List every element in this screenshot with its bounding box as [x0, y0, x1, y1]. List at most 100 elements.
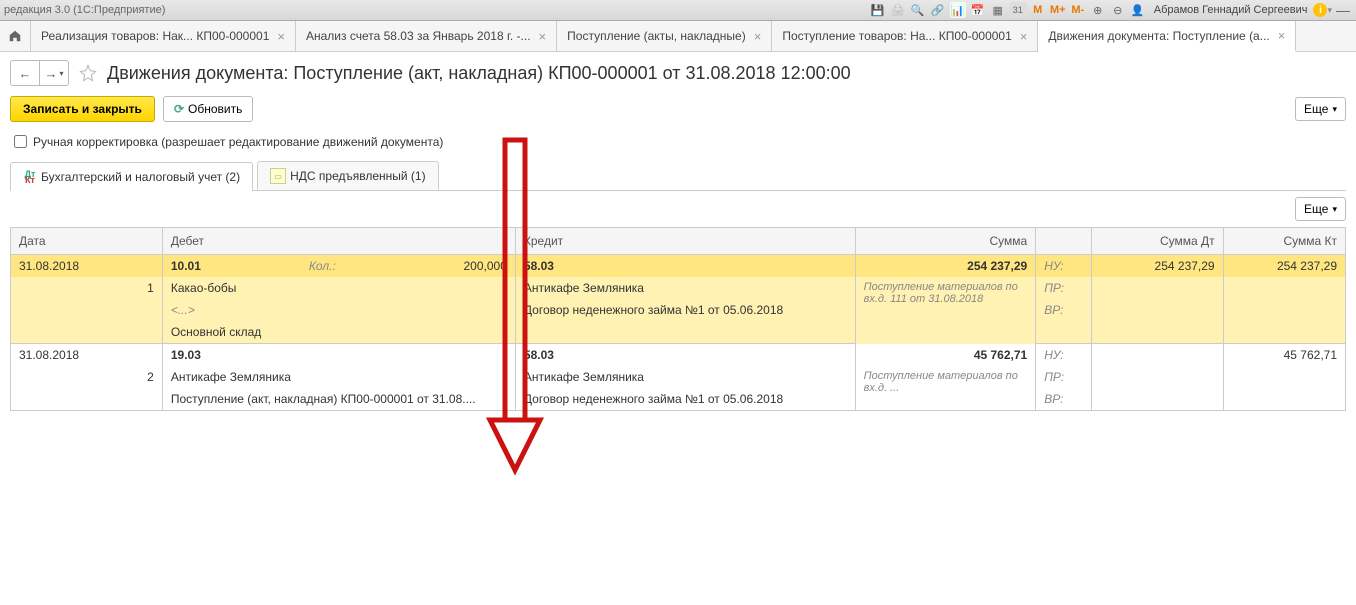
link-icon[interactable]: 🔗: [930, 2, 946, 18]
user-icon: 👤: [1130, 2, 1146, 18]
table-row[interactable]: <...> Договор неденежного займа №1 от 05…: [11, 299, 1346, 321]
cell-sumdt: 254 237,29: [1091, 255, 1223, 278]
m-icon[interactable]: M: [1030, 2, 1046, 18]
table-row[interactable]: 2 Антикафе Земляника Антикафе Земляника …: [11, 366, 1346, 388]
tab-1[interactable]: Анализ счета 58.03 за Январь 2018 г. -..…: [296, 21, 557, 51]
th-date[interactable]: Дата: [11, 228, 163, 255]
print-icon[interactable]: 🖨: [890, 2, 906, 18]
titlebar: редакция 3.0 (1С:Предприятие) 💾 🖨 🔍 🔗 📊 …: [0, 0, 1356, 21]
refresh-icon: ⟳: [174, 102, 184, 116]
cell-type: ПР:: [1036, 277, 1092, 299]
preview-icon[interactable]: 🔍: [910, 2, 926, 18]
close-icon[interactable]: ×: [539, 29, 547, 44]
th-debit[interactable]: Дебет: [162, 228, 515, 255]
close-icon[interactable]: ×: [1278, 28, 1286, 43]
th-sumkt[interactable]: Сумма Кт: [1223, 228, 1345, 255]
zoom-out-icon[interactable]: ⊖: [1110, 2, 1126, 18]
cell-sumkt: 45 762,71: [1223, 344, 1345, 367]
cell-debit-sub: Антикафе Земляника: [162, 366, 515, 388]
dtkt-icon: ДтКт: [23, 170, 37, 184]
more-button[interactable]: Еще ▾: [1295, 97, 1346, 121]
cell-type: НУ:: [1036, 255, 1092, 278]
table-row[interactable]: 1 Какао-бобы Антикафе Земляника Поступле…: [11, 277, 1346, 299]
subtab-label: НДС предъявленный (1): [290, 169, 425, 183]
subtab-nds[interactable]: ▭ НДС предъявленный (1): [257, 161, 438, 190]
tab-label: Анализ счета 58.03 за Январь 2018 г. -..…: [306, 29, 531, 43]
th-credit[interactable]: Кредит: [515, 228, 855, 255]
cell-sumkt: 254 237,29: [1223, 255, 1345, 278]
grid-icon[interactable]: ▦: [990, 2, 1006, 18]
calc-icon[interactable]: 📊: [950, 2, 966, 18]
refresh-label: Обновить: [188, 102, 242, 116]
cell-type: ВР:: [1036, 299, 1092, 321]
zoom-in-icon[interactable]: ⊕: [1090, 2, 1106, 18]
subtab-accounting[interactable]: ДтКт Бухгалтерский и налоговый учет (2): [10, 162, 253, 191]
close-icon[interactable]: ×: [1020, 29, 1028, 44]
user-name: Абрамов Геннадий Сергеевич: [1154, 4, 1308, 16]
subtab-label: Бухгалтерский и налоговый учет (2): [41, 170, 240, 184]
window-title: редакция 3.0 (1С:Предприятие): [4, 4, 165, 16]
tab-0[interactable]: Реализация товаров: Нак... КП00-000001 ×: [31, 21, 296, 51]
tab-2[interactable]: Поступление (акты, накладные) ×: [557, 21, 772, 51]
cell-credit-sub: Договор неденежного займа №1 от 05.06.20…: [515, 299, 855, 321]
home-tab[interactable]: [0, 21, 31, 51]
nav-forward-button[interactable]: →▾: [40, 60, 69, 86]
cell-credit: 58.03: [515, 255, 855, 278]
table-row[interactable]: 31.08.2018 19.03 58.03 45 762,71 НУ: 45 …: [11, 344, 1346, 367]
minimize-icon[interactable]: —: [1336, 2, 1352, 18]
manual-edit-checkbox[interactable]: [14, 135, 27, 148]
chevron-down-icon: ▾: [1332, 204, 1337, 215]
cell-credit-sub: Антикафе Земляника: [515, 277, 855, 299]
save-icon[interactable]: 💾: [870, 2, 886, 18]
table-row[interactable]: 31.08.2018 10.01 Кол.: 200,000 58.03 254…: [11, 255, 1346, 278]
nds-icon: ▭: [270, 168, 286, 184]
tabbar: Реализация товаров: Нак... КП00-000001 ×…: [0, 21, 1356, 52]
info-icon[interactable]: i: [1313, 3, 1327, 17]
cell-num: 1: [11, 277, 163, 299]
tab-label: Поступление (акты, накладные): [567, 29, 746, 43]
table-more-button[interactable]: Еще ▾: [1295, 197, 1346, 221]
table-row[interactable]: Поступление (акт, накладная) КП00-000001…: [11, 388, 1346, 411]
more-label: Еще: [1304, 202, 1328, 216]
tab-4[interactable]: Движения документа: Поступление (а... ×: [1038, 21, 1296, 52]
table-row[interactable]: Основной склад: [11, 321, 1346, 344]
close-icon[interactable]: ×: [754, 29, 762, 44]
page-title: Движения документа: Поступление (акт, на…: [107, 63, 851, 84]
manual-edit-label: Ручная корректировка (разрешает редактир…: [33, 135, 443, 149]
calendar-icon[interactable]: 📅: [970, 2, 986, 18]
tab-label: Реализация товаров: Нак... КП00-000001: [41, 29, 269, 43]
cell-sum: 45 762,71: [855, 344, 1036, 367]
cell-sum-desc: Поступление материалов по вх.д. ...: [855, 366, 1036, 411]
cell-type: НУ:: [1036, 344, 1092, 367]
cell-sum: 254 237,29: [855, 255, 1036, 278]
tab-3[interactable]: Поступление товаров: На... КП00-000001 ×: [772, 21, 1038, 51]
th-sum[interactable]: Сумма: [855, 228, 1036, 255]
more-label: Еще: [1304, 102, 1328, 116]
m-minus-icon[interactable]: M-: [1070, 2, 1086, 18]
cell-debit: 10.01 Кол.: 200,000: [162, 255, 515, 278]
date-icon[interactable]: 31: [1010, 2, 1026, 18]
table-header-row: Дата Дебет Кредит Сумма Сумма Дт Сумма К…: [11, 228, 1346, 255]
tab-label: Движения документа: Поступление (а...: [1048, 29, 1269, 43]
cell-debit: 19.03: [162, 344, 515, 367]
cell-debit-sub: <...>: [162, 299, 515, 321]
th-sumdt[interactable]: Сумма Дт: [1091, 228, 1223, 255]
tab-label: Поступление товаров: На... КП00-000001: [782, 29, 1011, 43]
chevron-down-icon: ▾: [1332, 104, 1337, 115]
cell-debit-sub: Основной склад: [162, 321, 515, 344]
cell-type: ВР:: [1036, 388, 1092, 411]
save-close-button[interactable]: Записать и закрыть: [10, 96, 155, 122]
cell-debit-sub: Какао-бобы: [162, 277, 515, 299]
nav-back-button[interactable]: ←: [10, 60, 40, 86]
m-plus-icon[interactable]: M+: [1050, 2, 1066, 18]
refresh-button[interactable]: ⟳ Обновить: [163, 96, 253, 122]
favorite-icon[interactable]: [77, 62, 99, 84]
th-type[interactable]: [1036, 228, 1092, 255]
dropdown-icon[interactable]: ▾: [1327, 5, 1332, 16]
cell-credit-sub: Договор неденежного займа №1 от 05.06.20…: [515, 388, 855, 411]
cell-type: ПР:: [1036, 366, 1092, 388]
close-icon[interactable]: ×: [277, 29, 285, 44]
cell-sum-desc: Поступление материалов по вх.д. 111 от 3…: [855, 277, 1036, 344]
cell-date: 31.08.2018: [11, 344, 163, 367]
cell-debit-sub: Поступление (акт, накладная) КП00-000001…: [162, 388, 515, 411]
